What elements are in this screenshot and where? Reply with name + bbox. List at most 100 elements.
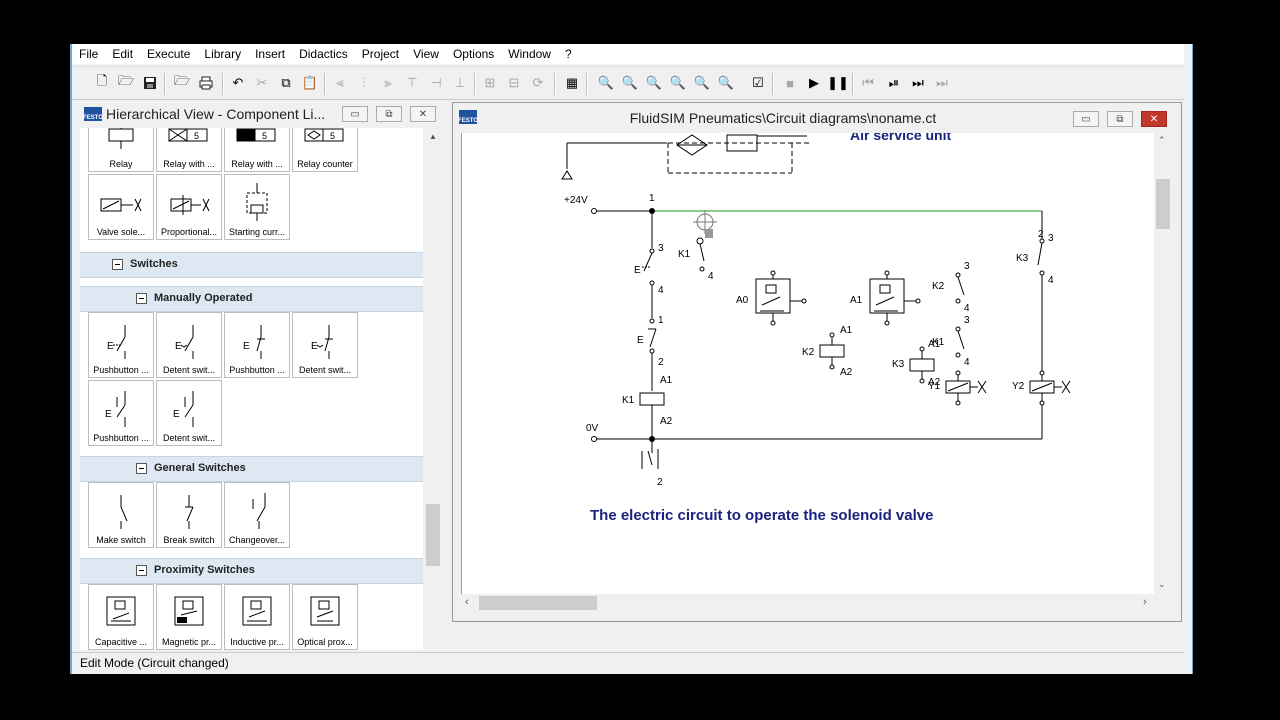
- zoom-fit-icon[interactable]: 🔍: [644, 73, 664, 93]
- pause-icon[interactable]: ❚❚: [827, 73, 849, 93]
- component-relay-with-delay[interactable]: 5 Relay with ...: [156, 128, 222, 172]
- component-changeover-switch[interactable]: Changeover...: [224, 482, 290, 548]
- zoom-in-icon[interactable]: 🔍: [692, 73, 712, 93]
- open-project-icon[interactable]: 🗁: [172, 73, 192, 93]
- collapse-icon[interactable]: [136, 293, 147, 304]
- group-icon[interactable]: ⊞: [480, 73, 500, 93]
- menu-project[interactable]: Project: [355, 47, 406, 61]
- component-label: Relay counter: [297, 159, 353, 169]
- align-bottom-icon[interactable]: ⊥: [450, 73, 470, 93]
- reset-icon[interactable]: ⏮: [858, 73, 878, 93]
- toolbar: 🗋 🗁 🗁 ↶ ✂ ⧉ 📋 ⫷ ⫶ ⫸ ⊤ ⊣ ⊥ ⊞ ⊟ ⟳ ▦ 🔍 🔍 🔍 …: [72, 66, 1184, 100]
- component-pushbutton-changeover[interactable]: E Pushbutton ...: [88, 380, 154, 446]
- step-forward-icon[interactable]: ⏭: [908, 73, 928, 93]
- open-folder-icon[interactable]: 🗁: [116, 73, 136, 93]
- component-detent-switch-break[interactable]: E Detent swit...: [292, 312, 358, 378]
- align-middle-icon[interactable]: ⊣: [426, 73, 446, 93]
- menu-bar: File Edit Execute Library Insert Didacti…: [72, 44, 1184, 64]
- component-relay-counter[interactable]: 5 Relay counter: [292, 128, 358, 172]
- component-pushbutton-break[interactable]: E Pushbutton ...: [224, 312, 290, 378]
- play-icon[interactable]: ▶: [804, 73, 824, 93]
- category-manually-operated[interactable]: Manually Operated: [80, 286, 423, 312]
- scroll-down-icon[interactable]: ⌄: [1158, 579, 1166, 590]
- component-relay-with-release-delay[interactable]: 5 Relay with ...: [224, 128, 290, 172]
- component-make-switch[interactable]: Make switch: [88, 482, 154, 548]
- minimize-button[interactable]: ▭: [342, 106, 368, 122]
- circuit-horizontal-scrollbar[interactable]: ‹ ›: [461, 595, 1155, 611]
- menu-execute[interactable]: Execute: [140, 47, 197, 61]
- menu-options[interactable]: Options: [446, 47, 501, 61]
- scrollbar-thumb[interactable]: [426, 504, 440, 566]
- category-proximity-switches[interactable]: Proximity Switches: [80, 558, 423, 584]
- rotate-icon[interactable]: ⟳: [528, 73, 548, 93]
- step-icon[interactable]: ⏯: [884, 73, 904, 93]
- align-right-icon[interactable]: ⫸: [378, 73, 398, 93]
- category-switches[interactable]: Switches: [80, 252, 423, 278]
- end-icon[interactable]: ⏭: [932, 73, 952, 93]
- scroll-left-icon[interactable]: ‹: [465, 596, 469, 608]
- collapse-icon[interactable]: [136, 463, 147, 474]
- component-optical-proximity[interactable]: Optical prox...: [292, 584, 358, 650]
- menu-library[interactable]: Library: [197, 47, 248, 61]
- new-file-icon[interactable]: 🗋: [92, 73, 112, 93]
- scroll-up-icon[interactable]: ▲: [429, 132, 437, 141]
- align-top-icon[interactable]: ⊤: [402, 73, 422, 93]
- component-detent-switch-make[interactable]: E Detent swit...: [156, 312, 222, 378]
- align-left-icon[interactable]: ⫷: [330, 73, 350, 93]
- save-icon[interactable]: [140, 73, 160, 93]
- ungroup-icon[interactable]: ⊟: [504, 73, 524, 93]
- circuit-canvas[interactable]: Air service unit +24V 1 0V 3 E 4 1 E 2 A…: [461, 133, 1154, 594]
- print-icon[interactable]: [196, 73, 216, 93]
- menu-window[interactable]: Window: [501, 47, 558, 61]
- component-label: Detent swit...: [162, 433, 216, 443]
- component-detent-switch-changeover[interactable]: E Detent swit...: [156, 380, 222, 446]
- component-label: Pushbutton ...: [229, 365, 285, 375]
- circuit-vertical-scrollbar[interactable]: ⌃ ⌄: [1155, 133, 1171, 594]
- menu-help[interactable]: ?: [558, 47, 579, 61]
- close-button[interactable]: ✕: [410, 106, 436, 122]
- collapse-icon[interactable]: [136, 565, 147, 576]
- menu-view[interactable]: View: [406, 47, 446, 61]
- component-magnetic-proximity[interactable]: Magnetic pr...: [156, 584, 222, 650]
- zoom-out-icon[interactable]: 🔍: [716, 73, 736, 93]
- svg-text:5: 5: [194, 131, 199, 141]
- component-valve-solenoid[interactable]: Valve sole...: [88, 174, 154, 240]
- menu-didactics[interactable]: Didactics: [292, 47, 355, 61]
- undo-icon[interactable]: ↶: [228, 73, 248, 93]
- restore-button[interactable]: ⧉: [1107, 111, 1133, 127]
- copy-icon[interactable]: ⧉: [276, 73, 296, 93]
- component-pushbutton-make[interactable]: E Pushbutton ...: [88, 312, 154, 378]
- close-button[interactable]: ✕: [1141, 111, 1167, 127]
- component-starting-current[interactable]: Starting curr...: [224, 174, 290, 240]
- svg-text:1: 1: [649, 193, 655, 204]
- zoom-original-icon[interactable]: 🔍: [596, 73, 616, 93]
- scrollbar-thumb[interactable]: [1156, 179, 1170, 229]
- library-scrollbar[interactable]: ▲: [425, 128, 441, 624]
- component-relay[interactable]: Relay: [88, 128, 154, 172]
- component-proportional[interactable]: Proportional...: [156, 174, 222, 240]
- component-label: Pushbutton ...: [93, 433, 149, 443]
- component-inductive-proximity[interactable]: Inductive pr...: [224, 584, 290, 650]
- scrollbar-thumb[interactable]: [479, 596, 597, 610]
- label-0v: 0V: [586, 423, 599, 434]
- zoom-previous-icon[interactable]: 🔍: [620, 73, 640, 93]
- grid-icon[interactable]: ▦: [562, 73, 582, 93]
- stop-icon[interactable]: ■: [780, 73, 800, 93]
- component-break-switch[interactable]: Break switch: [156, 482, 222, 548]
- cut-icon[interactable]: ✂: [252, 73, 272, 93]
- menu-edit[interactable]: Edit: [105, 47, 140, 61]
- menu-insert[interactable]: Insert: [248, 47, 292, 61]
- restore-button[interactable]: ⧉: [376, 106, 402, 122]
- check-drawing-icon[interactable]: ☑: [748, 73, 768, 93]
- collapse-icon[interactable]: [112, 259, 123, 270]
- component-capacitive-proximity[interactable]: Capacitive ...: [88, 584, 154, 650]
- paste-icon[interactable]: 📋: [300, 73, 320, 93]
- menu-file[interactable]: File: [72, 47, 105, 61]
- scroll-right-icon[interactable]: ›: [1143, 596, 1147, 608]
- minimize-button[interactable]: ▭: [1073, 111, 1099, 127]
- svg-text:4: 4: [658, 285, 664, 296]
- zoom-window-icon[interactable]: 🔍: [668, 73, 688, 93]
- category-general-switches[interactable]: General Switches: [80, 456, 423, 482]
- scroll-up-icon[interactable]: ⌃: [1158, 135, 1166, 146]
- align-center-icon[interactable]: ⫶: [354, 73, 374, 93]
